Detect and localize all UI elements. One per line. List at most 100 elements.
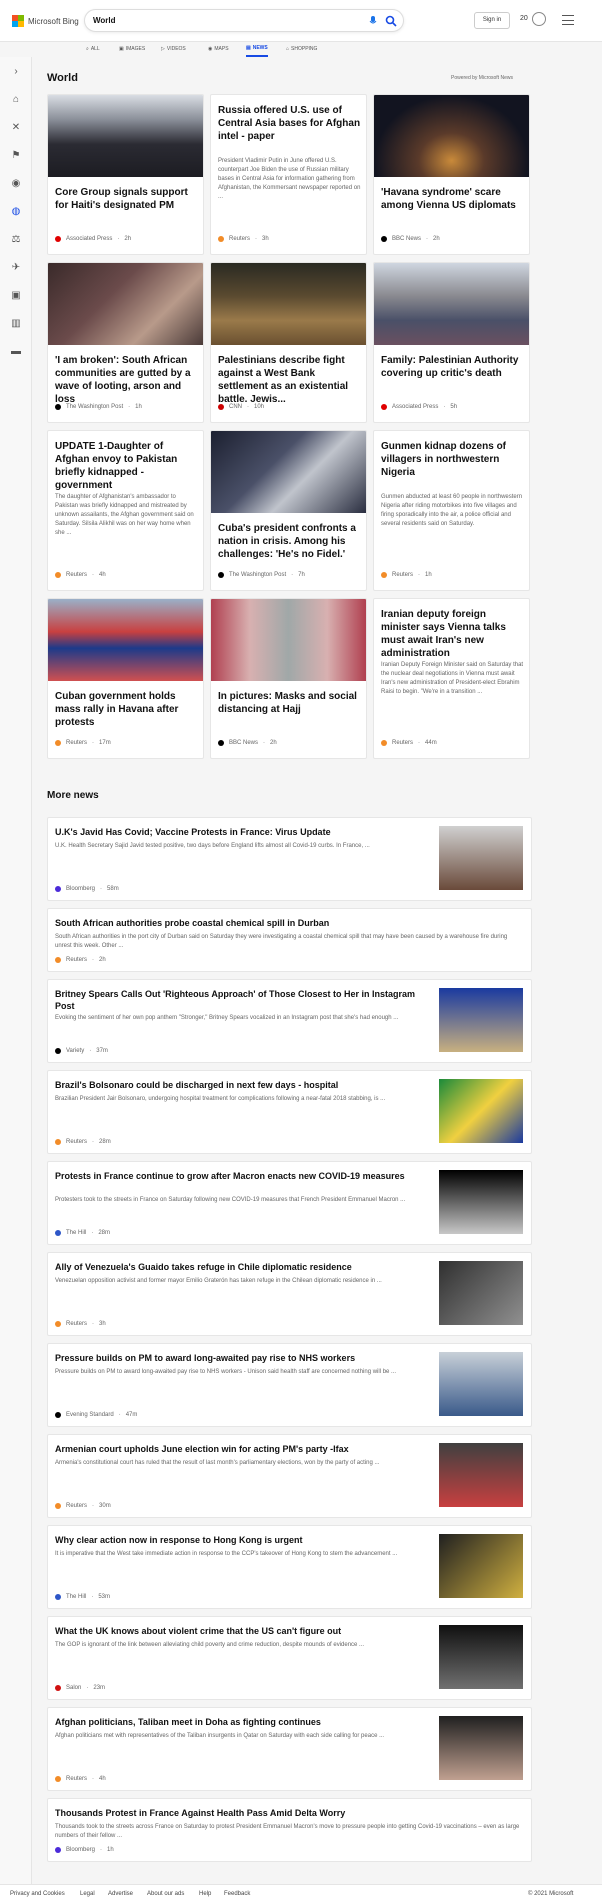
news-row[interactable]: Armenian court upholds June election win… [47, 1434, 532, 1518]
tab-shopping[interactable]: ⌂ SHOPPING [286, 41, 317, 57]
news-row-title[interactable]: Why clear action now in response to Hong… [55, 1534, 435, 1546]
rewards-points[interactable]: 20 [520, 15, 528, 22]
news-thumbnail[interactable] [439, 1352, 523, 1416]
source-name: Salon [66, 1685, 82, 1691]
news-thumbnail[interactable] [439, 1716, 523, 1780]
news-row[interactable]: Afghan politicians, Taliban meet in Doha… [47, 1707, 532, 1791]
news-row-title[interactable]: Protests in France continue to grow afte… [55, 1170, 435, 1182]
news-thumbnail[interactable] [439, 1534, 523, 1598]
search-tabs: ⌕ ALL ▣ IMAGES ▷ VIDEOS ◉ MAPS ▤ NEWS ⌂ SHOPPI… [86, 41, 386, 57]
news-thumbnail[interactable] [439, 1170, 523, 1234]
separator: · [118, 1412, 121, 1418]
search-icon[interactable] [385, 15, 397, 27]
tab-images[interactable]: ▣ IMAGES [119, 41, 145, 57]
news-card[interactable]: Family: Palestinian Authority covering u… [373, 262, 530, 423]
expand-icon[interactable]: › [11, 67, 21, 77]
more-news-title: More news [47, 790, 99, 801]
news-row[interactable]: Why clear action now in response to Hong… [47, 1525, 532, 1609]
hamburger-menu-icon[interactable] [562, 15, 574, 25]
news-row[interactable]: Brazil's Bolsonaro could be discharged i… [47, 1070, 532, 1154]
news-row-source: Reuters · 28m [55, 1139, 111, 1145]
news-row-title[interactable]: Brazil's Bolsonaro could be discharged i… [55, 1079, 435, 1091]
news-row-title[interactable]: Ally of Venezuela's Guaido takes refuge … [55, 1261, 435, 1273]
rewards-trophy-icon[interactable] [532, 12, 546, 26]
news-row[interactable]: South African authorities probe coastal … [47, 908, 532, 972]
tech-icon[interactable]: ▣ [11, 291, 21, 301]
source-name: Evening Standard [66, 1412, 114, 1418]
footer-link-about-ads[interactable]: About our ads [147, 1891, 184, 1897]
search-icon: ⌕ [86, 46, 89, 52]
news-row-title[interactable]: Britney Spears Calls Out 'Righteous Appr… [55, 988, 435, 1012]
news-row[interactable]: Ally of Venezuela's Guaido takes refuge … [47, 1252, 532, 1336]
news-image [374, 263, 529, 345]
source-name: The Hill [66, 1594, 87, 1600]
source-time: 47m [125, 1412, 138, 1418]
news-row-snippet: The GOP is ignorant of the link between … [55, 1642, 365, 1648]
news-row-source: The Hill · 53m [55, 1594, 110, 1600]
card-title: Core Group signals support for Haiti's d… [55, 187, 188, 211]
bing-logo[interactable]: Microsoft Bing [12, 14, 79, 28]
news-image [48, 599, 203, 681]
news-thumbnail[interactable] [439, 826, 523, 890]
card-source: Associated Press · 2h [55, 236, 131, 242]
news-row[interactable]: Protests in France continue to grow afte… [47, 1161, 532, 1245]
news-card[interactable]: UPDATE 1-Daughter of Afghan envoy to Pak… [47, 430, 204, 591]
footer-link-help[interactable]: Help [199, 1891, 211, 1897]
news-card[interactable]: Cuban government holds mass rally in Hav… [47, 598, 204, 759]
signin-button[interactable]: Sign in [474, 12, 510, 29]
search-input[interactable]: World [84, 9, 404, 32]
tab-all[interactable]: ⌕ ALL [86, 41, 100, 57]
source-name: Reuters [66, 957, 88, 963]
footer-link-legal[interactable]: Legal [80, 1891, 95, 1897]
business-icon[interactable]: ▥ [11, 319, 21, 329]
news-card[interactable]: Palestinians describe fight against a We… [210, 262, 367, 423]
news-row[interactable]: Thousands Protest in France Against Heal… [47, 1798, 532, 1862]
news-row-title[interactable]: Afghan politicians, Taliban meet in Doha… [55, 1716, 435, 1728]
news-row[interactable]: U.K's Javid Has Covid; Vaccine Protests … [47, 817, 532, 901]
map-pin-icon: ◉ [208, 46, 213, 52]
home-icon[interactable]: ⌂ [11, 95, 21, 105]
copyright: © 2021 Microsoft [528, 1891, 574, 1897]
news-row[interactable]: Pressure builds on PM to award long-awai… [47, 1343, 532, 1427]
news-card[interactable]: Iranian deputy foreign minister says Vie… [373, 598, 530, 759]
tab-maps[interactable]: ◉ MAPS [208, 41, 229, 57]
source-logo-icon [55, 1594, 61, 1600]
local-pin-icon[interactable]: ◉ [11, 179, 21, 189]
news-row-title[interactable]: Pressure builds on PM to award long-awai… [55, 1352, 435, 1364]
card-source: BBC News · 2h [381, 236, 440, 242]
news-card[interactable]: Russia offered U.S. use of Central Asia … [210, 94, 367, 255]
news-thumbnail[interactable] [439, 988, 523, 1052]
news-card[interactable]: Gunmen kidnap dozens of villagers in nor… [373, 430, 530, 591]
flag-icon[interactable]: ⚑ [11, 151, 21, 161]
microphone-icon[interactable] [369, 16, 377, 26]
entertainment-icon[interactable]: ▬ [11, 347, 21, 357]
world-globe-icon[interactable]: ◍ [11, 207, 21, 217]
news-thumbnail[interactable] [439, 1625, 523, 1689]
source-logo-icon [55, 1776, 61, 1782]
news-card[interactable]: 'Havana syndrome' scare among Vienna US … [373, 94, 530, 255]
news-card[interactable]: 'I am broken': South African communities… [47, 262, 204, 423]
top-stories-icon[interactable]: ✕ [11, 123, 21, 133]
news-card[interactable]: Core Group signals support for Haiti's d… [47, 94, 204, 255]
news-card[interactable]: In pictures: Masks and social distancing… [210, 598, 367, 759]
footer-link-advertise[interactable]: Advertise [108, 1891, 133, 1897]
news-thumbnail[interactable] [439, 1443, 523, 1507]
news-row-title[interactable]: Thousands Protest in France Against Heal… [55, 1807, 525, 1819]
section-title: World [47, 72, 78, 84]
science-icon[interactable]: ✈ [11, 263, 21, 273]
news-thumbnail[interactable] [439, 1261, 523, 1325]
news-thumbnail[interactable] [439, 1079, 523, 1143]
politics-icon[interactable]: ⚖ [11, 235, 21, 245]
news-card[interactable]: Cuba's president confronts a nation in c… [210, 430, 367, 591]
news-row-title[interactable]: U.K's Javid Has Covid; Vaccine Protests … [55, 826, 435, 838]
news-row[interactable]: Britney Spears Calls Out 'Righteous Appr… [47, 979, 532, 1063]
tab-videos[interactable]: ▷ VIDEOS [161, 41, 186, 57]
header-bar: Microsoft Bing World Sign in 20 [0, 0, 602, 42]
news-row-title[interactable]: What the UK knows about violent crime th… [55, 1625, 435, 1637]
footer-link-feedback[interactable]: Feedback [224, 1891, 250, 1897]
footer-link-privacy[interactable]: Privacy and Cookies [10, 1891, 65, 1897]
news-row-title[interactable]: South African authorities probe coastal … [55, 917, 525, 929]
news-row[interactable]: What the UK knows about violent crime th… [47, 1616, 532, 1700]
news-row-title[interactable]: Armenian court upholds June election win… [55, 1443, 435, 1455]
tab-news[interactable]: ▤ NEWS [246, 41, 268, 57]
